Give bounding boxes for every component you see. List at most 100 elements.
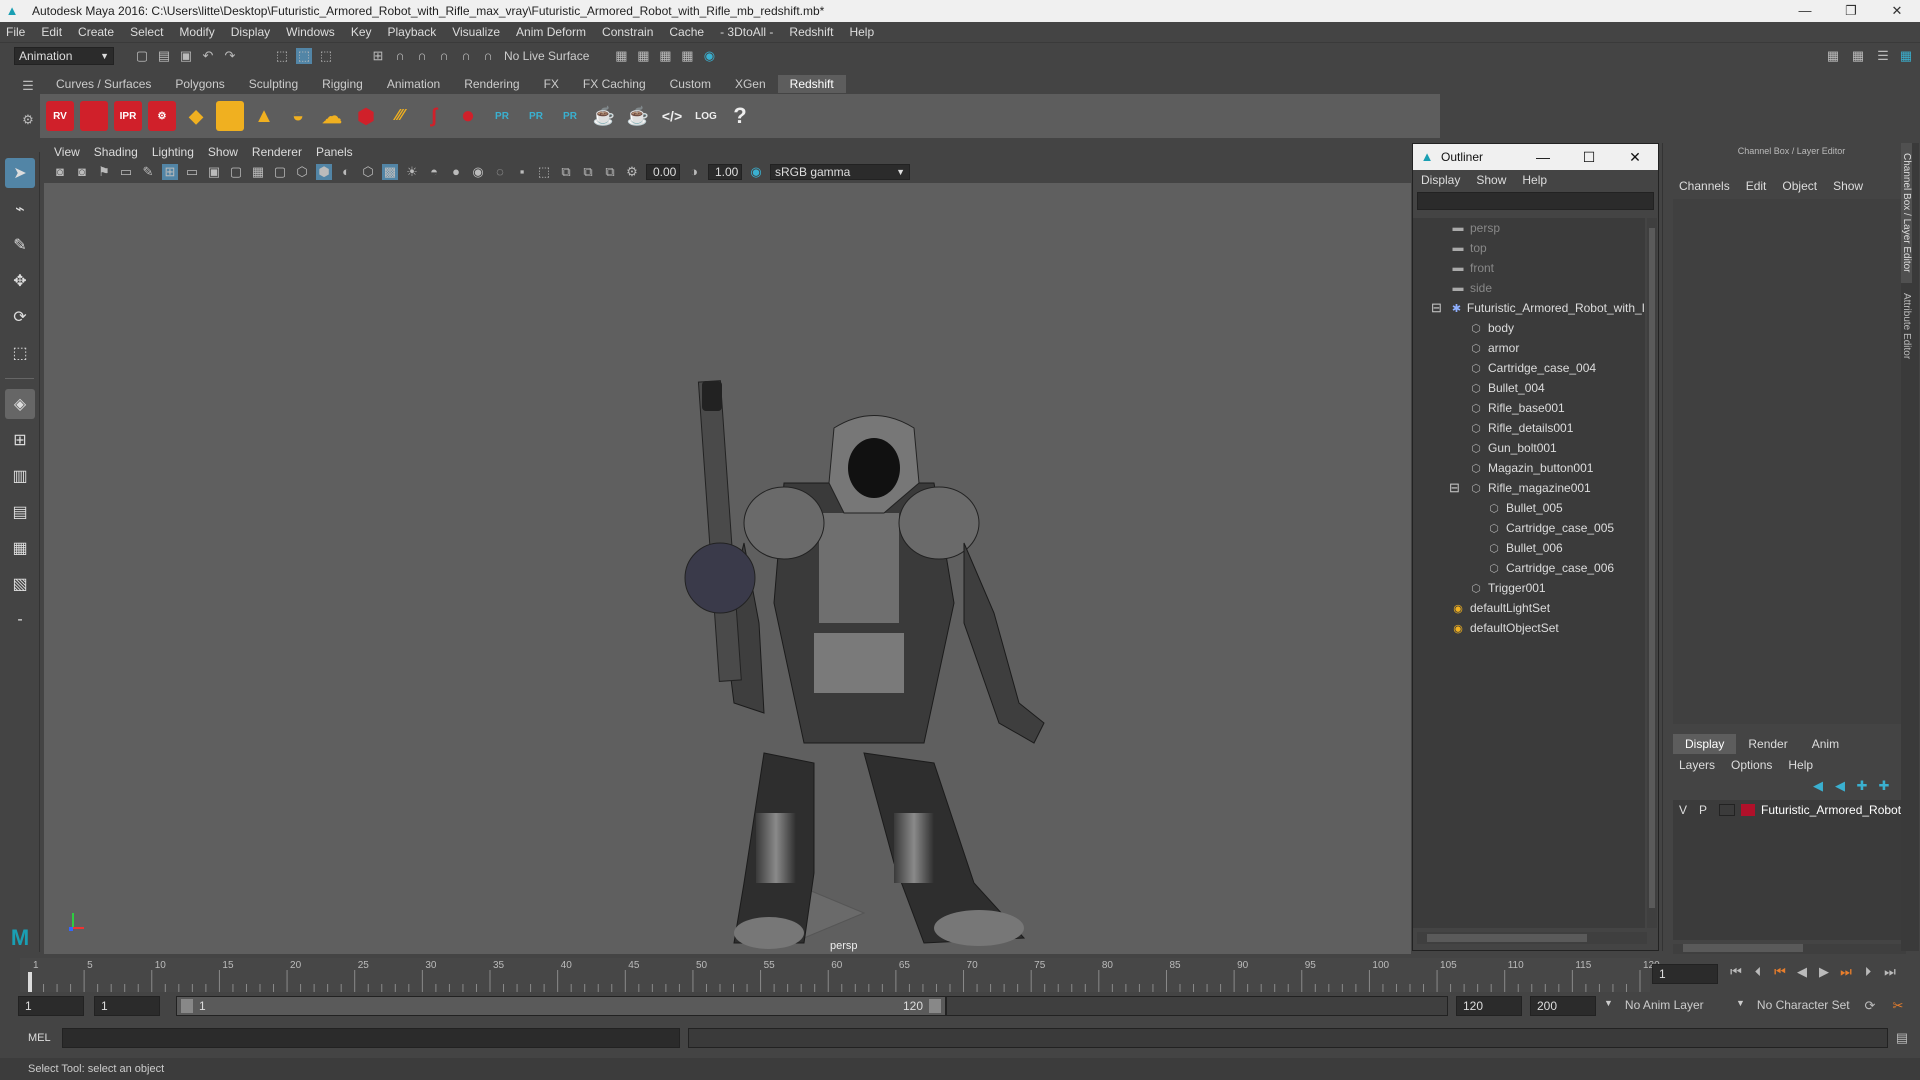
menu-modify[interactable]: Modify <box>179 25 214 39</box>
snap-surface-icon[interactable]: ∩ <box>458 48 474 64</box>
open-scene-icon[interactable]: ▤ <box>156 48 172 64</box>
anti-alias-icon[interactable]: ◌ <box>492 164 508 180</box>
outliner-item[interactable]: ▬ persp <box>1413 218 1645 238</box>
outliner-toggle-icon[interactable]: ☰ <box>1875 48 1891 64</box>
paint-select-tool-icon[interactable]: ✎ <box>5 230 35 260</box>
render-view-icon[interactable]: ▦ <box>613 48 629 64</box>
lasso-tool-icon[interactable]: ⌁ <box>5 194 35 224</box>
shelf-tab-rigging[interactable]: Rigging <box>310 75 375 93</box>
use-lights-icon[interactable]: ☀ <box>404 164 420 180</box>
rs-render-icon[interactable] <box>80 101 108 131</box>
outliner-close-button[interactable]: ✕ <box>1612 149 1658 166</box>
layer-row[interactable]: V P Futuristic_Armored_Robot <box>1673 800 1906 820</box>
move-layer-down-icon[interactable]: ◀ <box>1832 778 1848 794</box>
viewport-menu-show[interactable]: Show <box>208 145 238 159</box>
menu-redshift[interactable]: Redshift <box>789 25 833 39</box>
rs-ies-light-icon[interactable]: ⁄⁄⁄ <box>386 101 414 131</box>
rs-script-icon[interactable]: </> <box>658 101 686 131</box>
current-frame-field[interactable]: 1 <box>1652 964 1718 984</box>
viewport-menu-view[interactable]: View <box>54 145 80 159</box>
menu-help[interactable]: Help <box>849 25 874 39</box>
menu-playback[interactable]: Playback <box>388 25 437 39</box>
more-layouts-icon[interactable]: - <box>5 605 35 635</box>
shelf-tab-polygons[interactable]: Polygons <box>163 75 236 93</box>
shelf-menu-icon[interactable]: ☰ <box>20 78 36 94</box>
snap-grid-icon[interactable]: ⊞ <box>370 48 386 64</box>
shelf-tab-xgen[interactable]: XGen <box>723 75 778 93</box>
go-to-end-icon[interactable]: ⏭ <box>1882 964 1898 980</box>
wireframe-on-shaded-icon[interactable]: ⬡ <box>360 164 376 180</box>
xray-active-icon[interactable]: ⧉ <box>602 164 618 180</box>
time-slider-ruler[interactable]: 1 5 10 15 20 25 30 35 40 45 50 55 60 65 70 75 80 85 90 95 10… <box>20 954 1670 994</box>
workspace-icon[interactable]: ▦ <box>1825 48 1841 64</box>
undo-icon[interactable]: ↶ <box>200 48 216 64</box>
hypershade-layout-icon[interactable]: ▦ <box>5 533 35 563</box>
persp-graph-icon[interactable]: ▤ <box>5 497 35 527</box>
exposure-field[interactable]: 0.00 <box>646 164 680 180</box>
perspective-viewport[interactable]: persp <box>44 183 1411 955</box>
color-management-icon[interactable]: ◉ <box>748 164 764 180</box>
render-settings-icon[interactable]: ▦ <box>679 48 695 64</box>
view-transform-dropdown[interactable]: sRGB gamma ▼ <box>770 164 910 180</box>
exposure-icon[interactable]: ⚙ <box>624 164 640 180</box>
uv-layout-icon[interactable]: ▧ <box>5 569 35 599</box>
outliner-item[interactable]: ◉ defaultObjectSet <box>1413 618 1645 638</box>
move-layer-up-icon[interactable]: ◀ <box>1810 778 1826 794</box>
hypershade-icon[interactable]: ◉ <box>701 48 717 64</box>
ambient-occlusion-icon[interactable]: ● <box>448 164 464 180</box>
outliner-item[interactable]: ▬ front <box>1413 258 1645 278</box>
image-plane-icon[interactable]: ▭ <box>118 164 134 180</box>
script-editor-icon[interactable]: ▤ <box>1894 1030 1910 1046</box>
grid-toggle-icon[interactable]: ⊞ <box>162 164 178 180</box>
rs-bake2-icon[interactable]: ☕ <box>624 101 652 131</box>
rs-pr-icon-2[interactable]: PR <box>522 101 550 131</box>
viewport-menu-renderer[interactable]: Renderer <box>252 145 302 159</box>
rs-settings-icon[interactable]: ⚙ <box>148 101 176 131</box>
snap-curve-icon[interactable]: ∩ <box>392 48 408 64</box>
outliner-item[interactable]: ⬡ Bullet_006 <box>1413 538 1645 558</box>
rs-material-icon[interactable]: ● <box>454 101 482 131</box>
menu-set-dropdown[interactable]: Animation ▼ <box>14 47 114 65</box>
motion-blur-icon[interactable]: ◉ <box>470 164 486 180</box>
outliner-menu-display[interactable]: Display <box>1421 173 1460 187</box>
channelbox-menu-edit[interactable]: Edit <box>1746 179 1767 193</box>
anim-end-field[interactable]: 200 <box>1530 996 1596 1016</box>
collapse-toggle-icon[interactable]: ⊟ <box>1431 300 1442 316</box>
rs-help-icon[interactable]: ? <box>726 101 754 131</box>
single-perspective-icon[interactable]: ◈ <box>5 389 35 419</box>
camera-select-icon[interactable]: ◙ <box>52 164 68 180</box>
isolate-select-icon[interactable]: ⬚ <box>536 164 552 180</box>
rs-mesh-light-icon[interactable]: ⬢ <box>352 101 380 131</box>
rs-pr-icon-3[interactable]: PR <box>556 101 584 131</box>
viewport-menu-lighting[interactable]: Lighting <box>152 145 194 159</box>
anim-layer-dropdown[interactable]: ▼ No Anim Layer <box>1604 998 1744 1012</box>
xray-icon[interactable]: ⧉ <box>558 164 574 180</box>
anim-prefs-icon[interactable]: ⟳ <box>1862 998 1878 1014</box>
select-tool-icon[interactable]: ➤ <box>5 158 35 188</box>
viewport-menu-shading[interactable]: Shading <box>94 145 138 159</box>
outliner-maximize-button[interactable]: ☐ <box>1566 149 1612 166</box>
shelf-tab-sculpting[interactable]: Sculpting <box>237 75 310 93</box>
current-time-marker[interactable] <box>28 972 32 992</box>
outliner-item[interactable]: ⬡ Bullet_004 <box>1413 378 1645 398</box>
bookmark-icon[interactable]: ⚑ <box>96 164 112 180</box>
outliner-item[interactable]: ⬡ armor <box>1413 338 1645 358</box>
rs-ipr-icon[interactable]: IPR <box>114 101 142 131</box>
rotate-tool-icon[interactable]: ⟳ <box>5 302 35 332</box>
outliner-item[interactable]: ⬡ Bullet_005 <box>1413 498 1645 518</box>
gate-mask-icon[interactable]: ▢ <box>228 164 244 180</box>
outliner-item[interactable]: ⬡ Cartridge_case_005 <box>1413 518 1645 538</box>
snap-view-icon[interactable]: ∩ <box>436 48 452 64</box>
select-object-icon[interactable]: ⬚ <box>296 48 312 64</box>
layer-playback-toggle[interactable]: P <box>1699 803 1719 817</box>
outliner-item[interactable]: ⬡ body <box>1413 318 1645 338</box>
outliner-item[interactable]: ⬡ Rifle_base001 <box>1413 398 1645 418</box>
range-slider[interactable]: 1 120 <box>176 996 946 1016</box>
scale-tool-icon[interactable]: ⬚ <box>5 338 35 368</box>
shadows-icon[interactable]: ◓ <box>426 164 442 180</box>
playback-start-field[interactable]: 1 <box>94 996 160 1016</box>
rs-spot-light-icon[interactable]: ▲ <box>250 101 278 131</box>
next-key-icon[interactable]: ⏭ <box>1838 964 1854 980</box>
rs-proxy-icon[interactable]: ◆ <box>182 101 210 131</box>
shelf-tab-curves-surfaces[interactable]: Curves / Surfaces <box>44 75 163 93</box>
